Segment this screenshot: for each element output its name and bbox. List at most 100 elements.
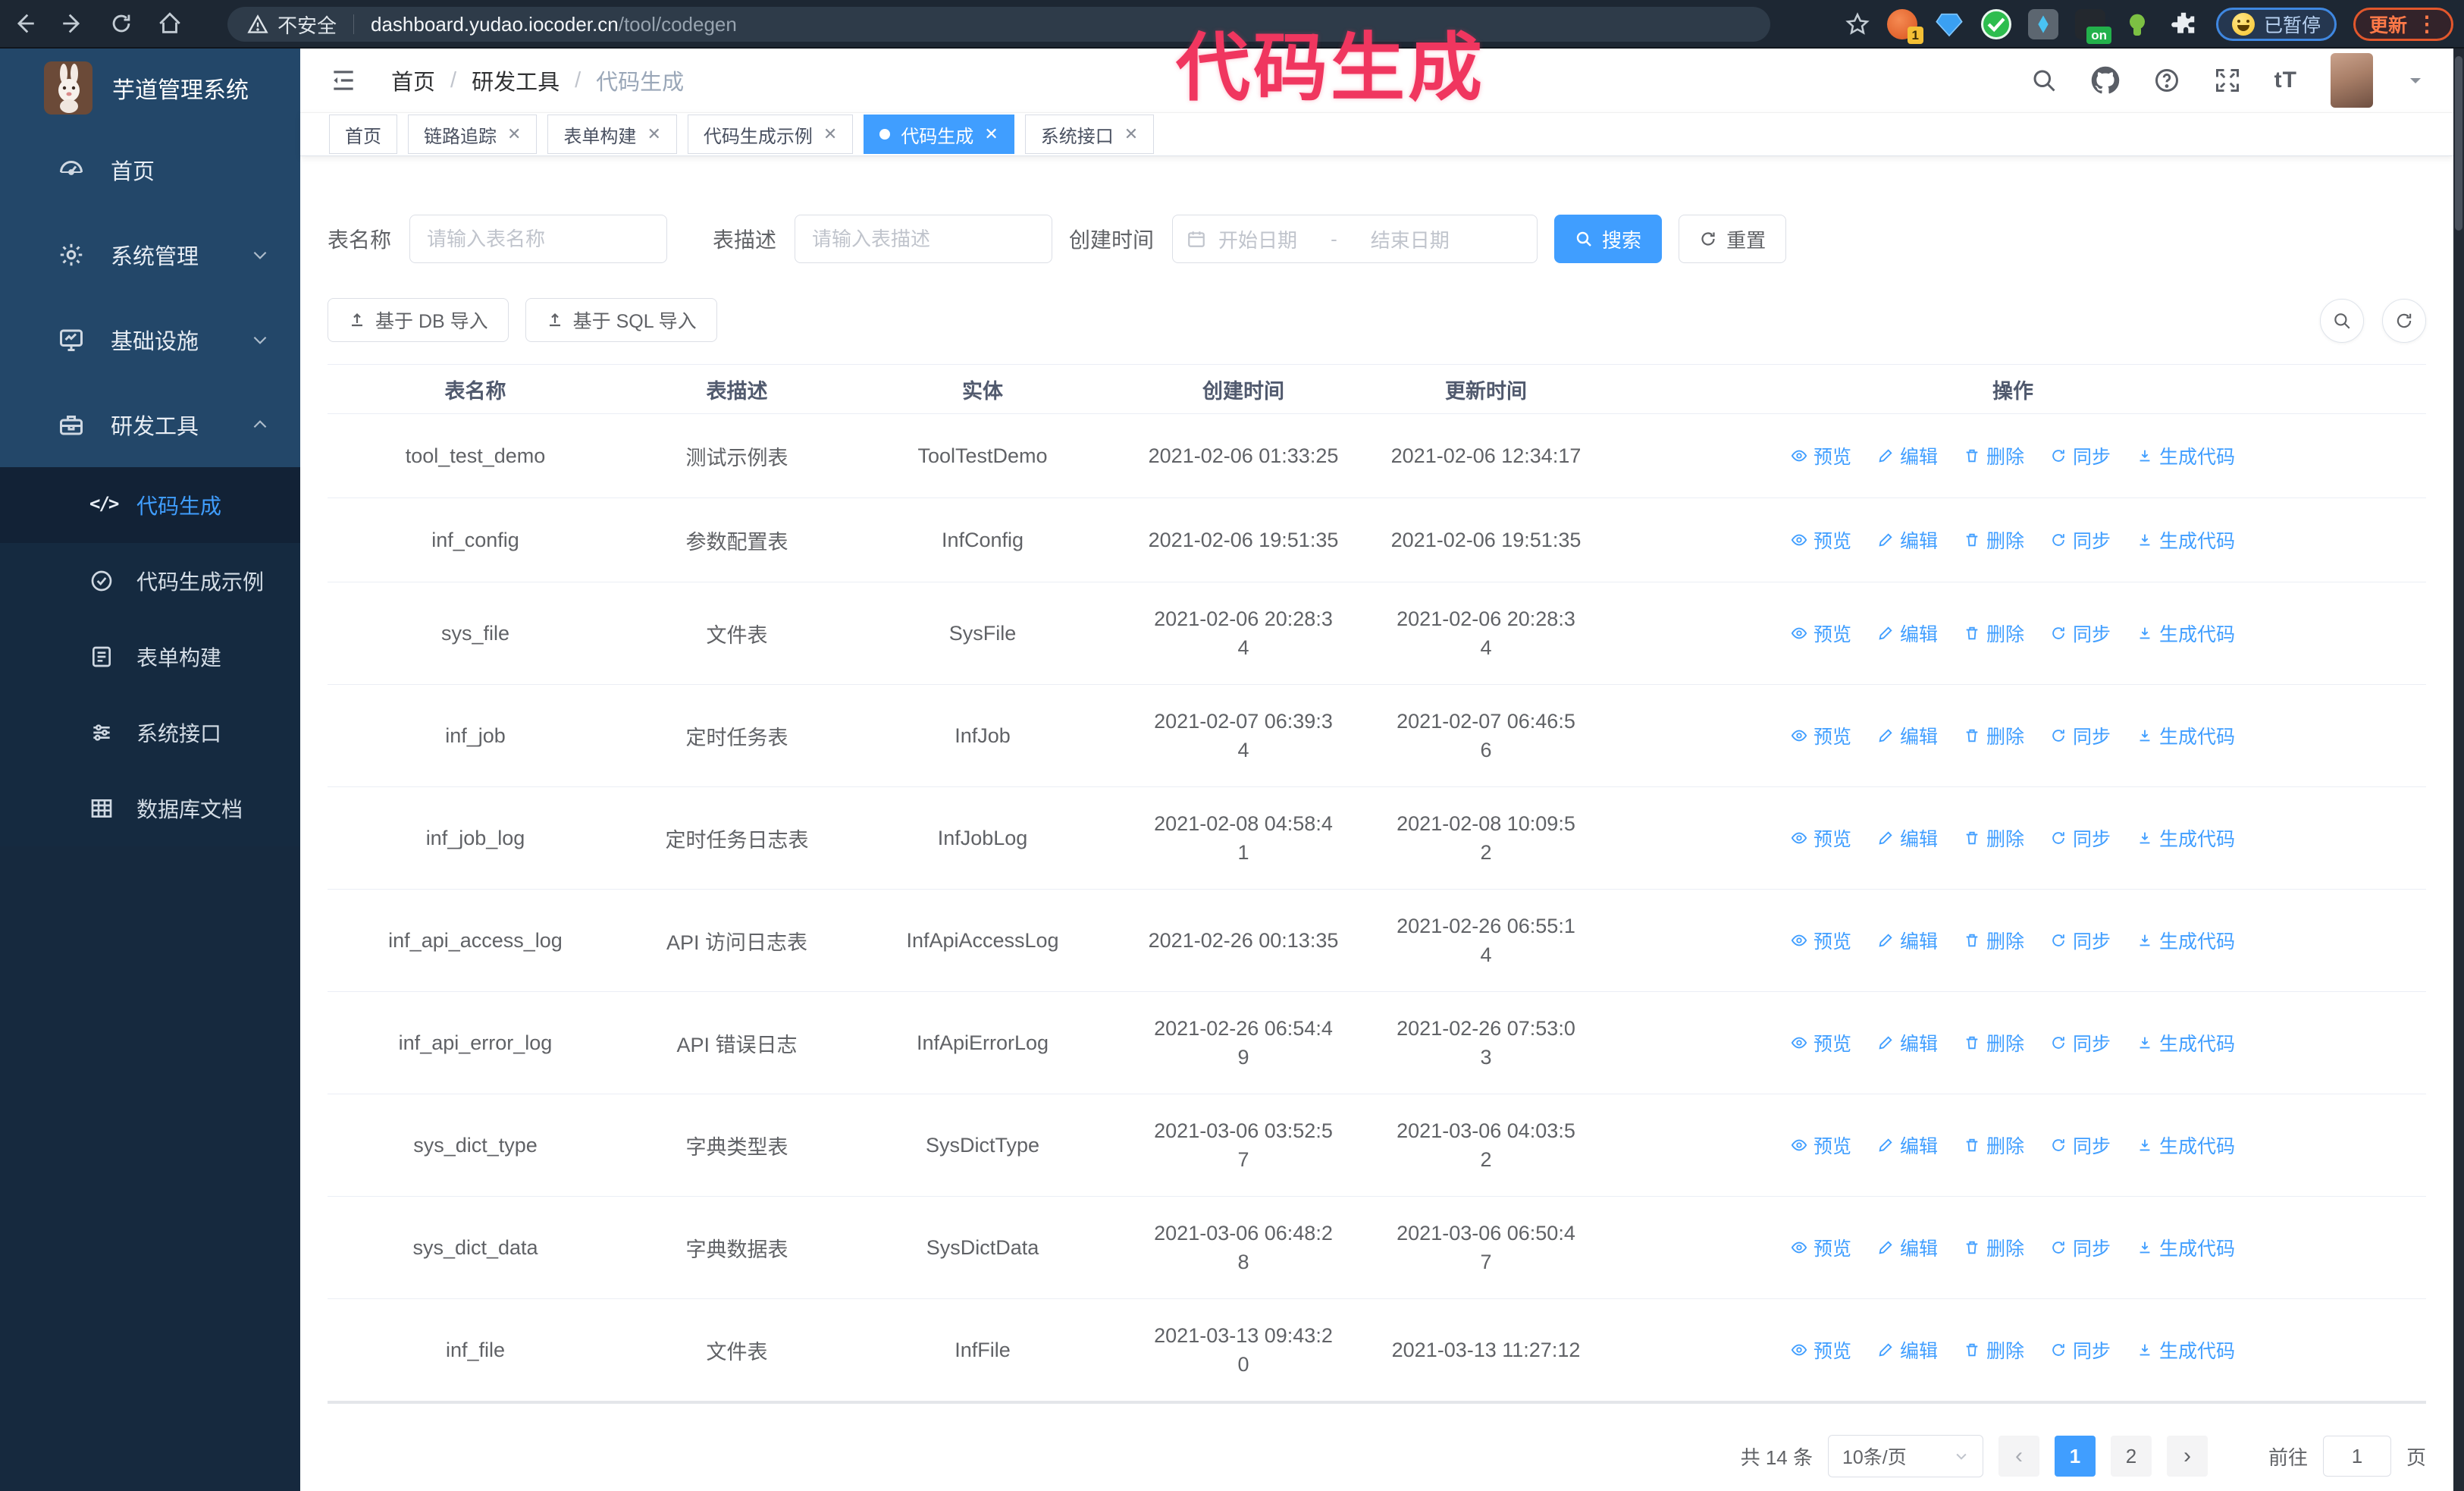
browser-forward-icon[interactable] [49,0,97,48]
tab-form-builder[interactable]: 表单构建 ✕ [547,115,677,154]
sync-link[interactable]: 同步 [2050,1234,2111,1261]
next-page-button[interactable]: › [2166,1436,2208,1477]
sync-link[interactable]: 同步 [2050,620,2111,647]
github-icon[interactable] [2091,66,2120,95]
generate-code-link[interactable]: 生成代码 [2136,927,2235,954]
sync-link[interactable]: 同步 [2050,1132,2111,1159]
prev-page-button[interactable]: ‹ [1998,1436,2039,1477]
generate-code-link[interactable]: 生成代码 [2136,620,2235,647]
sidebar-item-code-generation[interactable]: </> 代码生成 [0,467,300,543]
preview-link[interactable]: 预览 [1791,1132,1851,1159]
sync-link[interactable]: 同步 [2050,927,2111,954]
profile-paused-badge[interactable]: 已暂停 [2215,8,2337,41]
edit-link[interactable]: 编辑 [1877,722,1938,749]
delete-link[interactable]: 删除 [1964,620,2024,647]
sync-link[interactable]: 同步 [2050,1029,2111,1056]
refresh-table-button[interactable] [2382,299,2426,343]
delete-link[interactable]: 删除 [1964,1234,2024,1261]
bookmark-star-icon[interactable] [1845,11,1870,37]
browser-back-icon[interactable] [0,0,49,48]
preview-link[interactable]: 预览 [1791,824,1851,852]
not-secure-warning[interactable]: 不安全 [247,11,337,39]
generate-code-link[interactable]: 生成代码 [2136,1029,2235,1056]
preview-link[interactable]: 预览 [1791,1029,1851,1056]
edit-link[interactable]: 编辑 [1877,620,1938,647]
avatar[interactable] [2331,53,2373,108]
edit-link[interactable]: 编辑 [1877,1132,1938,1159]
page-size-select[interactable]: 10条/页 [1827,1435,1983,1477]
extension-check-icon[interactable] [1980,9,2011,39]
delete-link[interactable]: 删除 [1964,526,2024,554]
search-button[interactable]: 搜索 [1554,215,1663,263]
delete-link[interactable]: 删除 [1964,1132,2024,1159]
close-icon[interactable]: ✕ [823,124,837,144]
help-icon[interactable] [2153,67,2180,94]
close-icon[interactable]: ✕ [1124,124,1138,144]
sidebar-item-system-api[interactable]: 系统接口 [0,695,300,771]
tab-codegen[interactable]: 代码生成 ✕ [864,115,1014,154]
toggle-search-button[interactable] [2320,299,2364,343]
edit-link[interactable]: 编辑 [1877,927,1938,954]
tab-system-api[interactable]: 系统接口 ✕ [1024,115,1155,154]
edit-link[interactable]: 编辑 [1877,526,1938,554]
edit-link[interactable]: 编辑 [1877,824,1938,852]
preview-link[interactable]: 预览 [1791,1234,1851,1261]
import-sql-button[interactable]: 基于 SQL 导入 [525,298,717,342]
extension-on-icon[interactable]: on [2074,9,2111,44]
extensions-puzzle-icon[interactable] [2169,9,2199,39]
close-icon[interactable]: ✕ [984,124,998,144]
close-icon[interactable]: ✕ [647,124,660,144]
extension-grid-icon[interactable] [2027,9,2058,39]
fullscreen-icon[interactable] [2214,67,2241,94]
sidebar-item-form-builder[interactable]: 表单构建 [0,619,300,695]
sync-link[interactable]: 同步 [2050,824,2111,852]
sync-link[interactable]: 同步 [2050,1336,2111,1364]
tab-codegen-example[interactable]: 代码生成示例 ✕ [687,115,854,154]
delete-link[interactable]: 删除 [1964,442,2024,469]
preview-link[interactable]: 预览 [1791,526,1851,554]
search-icon[interactable] [2030,67,2058,94]
preview-link[interactable]: 预览 [1791,620,1851,647]
browser-home-icon[interactable] [146,0,194,48]
edit-link[interactable]: 编辑 [1877,1336,1938,1364]
sidebar-item-infrastructure[interactable]: 基础设施 [0,297,300,382]
breadcrumb-home[interactable]: 首页 [391,64,435,96]
browser-update-button[interactable]: 更新 ⋮ [2353,8,2453,41]
font-size-icon[interactable]: tT [2274,67,2297,93]
delete-link[interactable]: 删除 [1964,927,2024,954]
edit-link[interactable]: 编辑 [1877,1029,1938,1056]
generate-code-link[interactable]: 生成代码 [2136,1234,2235,1261]
sidebar-collapse-icon[interactable] [329,66,358,95]
delete-link[interactable]: 删除 [1964,722,2024,749]
tab-tracing[interactable]: 链路追踪 ✕ [408,115,538,154]
edit-link[interactable]: 编辑 [1877,442,1938,469]
sync-link[interactable]: 同步 [2050,442,2111,469]
sidebar-item-code-generation-example[interactable]: 代码生成示例 [0,543,300,619]
extension-green-icon[interactable] [2122,9,2152,39]
generate-code-link[interactable]: 生成代码 [2136,526,2235,554]
delete-link[interactable]: 删除 [1964,1336,2024,1364]
edit-link[interactable]: 编辑 [1877,1234,1938,1261]
sidebar-item-database-doc[interactable]: 数据库文档 [0,771,300,846]
preview-link[interactable]: 预览 [1791,722,1851,749]
table-name-input[interactable] [409,215,668,263]
sidebar-item-home[interactable]: 首页 [0,127,300,212]
preview-link[interactable]: 预览 [1791,442,1851,469]
create-time-range-picker[interactable]: 开始日期 - 结束日期 [1172,215,1538,263]
page-button-1[interactable]: 1 [2054,1436,2096,1477]
breadcrumb-dev-tools[interactable]: 研发工具 [472,64,560,96]
generate-code-link[interactable]: 生成代码 [2136,824,2235,852]
reset-button[interactable]: 重置 [1679,215,1787,263]
chevron-down-icon[interactable] [2406,71,2425,89]
goto-page-input[interactable] [2322,1436,2391,1477]
generate-code-link[interactable]: 生成代码 [2136,722,2235,749]
delete-link[interactable]: 删除 [1964,824,2024,852]
generate-code-link[interactable]: 生成代码 [2136,442,2235,469]
preview-link[interactable]: 预览 [1791,1336,1851,1364]
delete-link[interactable]: 删除 [1964,1029,2024,1056]
address-bar[interactable]: 不安全 dashboard.yudao.iocoder.cn/tool/code… [227,7,1770,42]
table-desc-input[interactable] [795,215,1053,263]
app-logo-row[interactable]: 芋道管理系统 [0,49,300,127]
page-button-2[interactable]: 2 [2110,1436,2152,1477]
page-scrollbar[interactable] [2453,49,2464,1491]
